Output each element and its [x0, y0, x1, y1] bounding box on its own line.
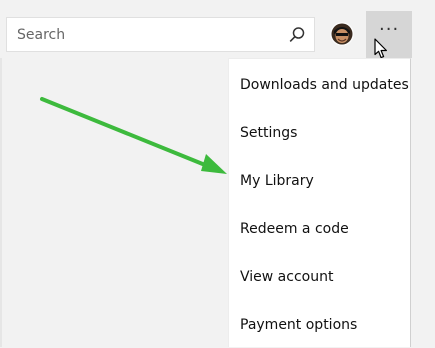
search-box[interactable]: Search — [6, 17, 315, 52]
more-options-menu: Downloads and updates Settings My Librar… — [228, 58, 411, 347]
menu-item-downloads[interactable]: Downloads and updates — [229, 62, 411, 108]
search-input[interactable]: Search — [17, 26, 65, 44]
menu-item-redeem-code[interactable]: Redeem a code — [229, 206, 411, 252]
user-avatar-icon[interactable] — [330, 22, 354, 46]
menu-item-view-account[interactable]: View account — [229, 254, 411, 300]
more-options-icon: ··· — [379, 19, 400, 40]
page-right-edge — [411, 58, 435, 347]
menu-item-payment-options[interactable]: Payment options — [229, 302, 411, 348]
search-icon[interactable] — [288, 26, 306, 44]
menu-item-my-library[interactable]: My Library — [229, 158, 411, 204]
page-left-edge — [0, 58, 2, 347]
menu-item-settings[interactable]: Settings — [229, 110, 411, 156]
top-bar: Search ··· — [0, 0, 435, 59]
mouse-pointer-icon — [374, 38, 387, 59]
